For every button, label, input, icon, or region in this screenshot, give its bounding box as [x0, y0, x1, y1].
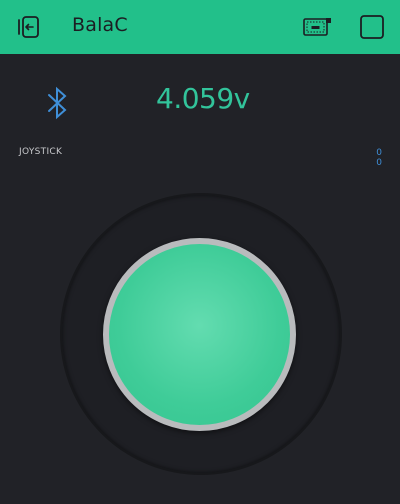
back-button[interactable] — [15, 13, 43, 41]
joystick-y-value: 0 — [376, 158, 382, 168]
app-title: BalaC — [72, 14, 128, 36]
back-arrow-icon — [18, 16, 39, 38]
device-icon — [303, 18, 331, 36]
battery-voltage-display: 4.059v — [156, 82, 250, 115]
joystick-knob[interactable] — [103, 238, 296, 431]
square-icon — [360, 15, 384, 39]
device-button[interactable] — [302, 13, 332, 41]
joystick-x-value: 0 — [376, 148, 382, 158]
joystick-values: 0 0 — [376, 148, 382, 168]
bluetooth-icon[interactable] — [45, 86, 71, 120]
stop-button[interactable] — [358, 13, 386, 41]
app-header: BalaC — [0, 0, 400, 54]
joystick-label: JOYSTICK — [19, 147, 63, 157]
